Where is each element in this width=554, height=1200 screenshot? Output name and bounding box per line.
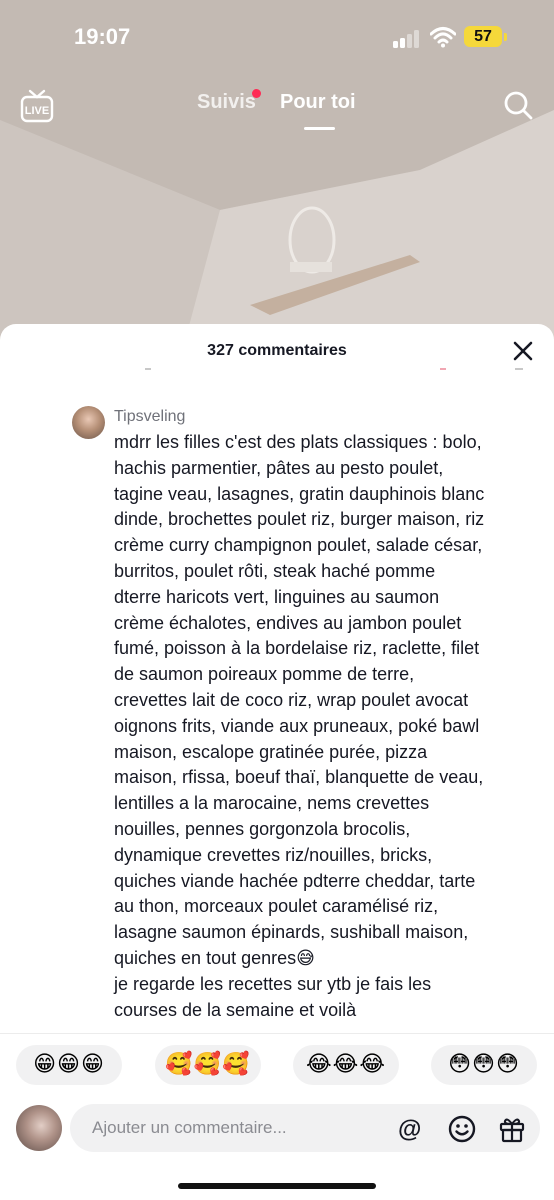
scrolled-content-remnant: [140, 368, 530, 376]
divider: [0, 1033, 554, 1034]
search-icon[interactable]: [502, 89, 534, 121]
comment-input-placeholder: Ajouter un commentaire...: [92, 1118, 287, 1137]
svg-text:LIVE: LIVE: [25, 105, 49, 117]
emoji-reaction-love[interactable]: 🥰🥰🥰: [155, 1045, 261, 1085]
commenter-avatar[interactable]: [72, 406, 105, 439]
wifi-icon: [430, 27, 456, 48]
at-mention-icon[interactable]: @: [398, 1116, 421, 1144]
user-avatar[interactable]: [16, 1105, 62, 1151]
commenter-username[interactable]: Tipsveling: [114, 408, 185, 426]
battery-indicator: 57: [464, 26, 502, 47]
top-navigation: LIVE Suivis Pour toi: [0, 80, 554, 140]
comments-panel: 327 commentaires Tipsveling mdrr les fil…: [0, 324, 554, 1200]
live-tv-icon[interactable]: LIVE: [20, 88, 54, 124]
close-icon[interactable]: [510, 338, 536, 364]
comment-input[interactable]: Ajouter un commentaire... @: [70, 1104, 540, 1152]
emoji-reaction-grin[interactable]: 😁😁😁: [16, 1045, 122, 1085]
home-indicator[interactable]: [178, 1183, 376, 1189]
comment-input-bar: Ajouter un commentaire... @: [0, 1100, 554, 1160]
tab-for-you[interactable]: Pour toi: [280, 91, 356, 114]
active-tab-indicator: [304, 127, 335, 130]
notification-dot: [252, 89, 261, 98]
comments-count-title: 327 commentaires: [207, 342, 347, 359]
smile-icon[interactable]: [448, 1115, 476, 1143]
status-time: 19:07: [74, 24, 131, 49]
cell-signal-icon: [393, 30, 423, 48]
status-bar: 19:07 57: [0, 0, 554, 70]
emoji-quick-reactions: 😁😁😁 🥰🥰🥰 😂😂😂 😳😳😳: [0, 1045, 554, 1091]
battery-tip: [504, 33, 507, 41]
emoji-reaction-flushed[interactable]: 😳😳😳: [431, 1045, 537, 1085]
comment-text: mdrr les filles c'est des plats classiqu…: [114, 432, 485, 1020]
tab-following[interactable]: Suivis: [197, 91, 256, 114]
emoji-reaction-laugh[interactable]: 😂😂😂: [293, 1045, 399, 1085]
gift-icon[interactable]: [498, 1115, 526, 1143]
